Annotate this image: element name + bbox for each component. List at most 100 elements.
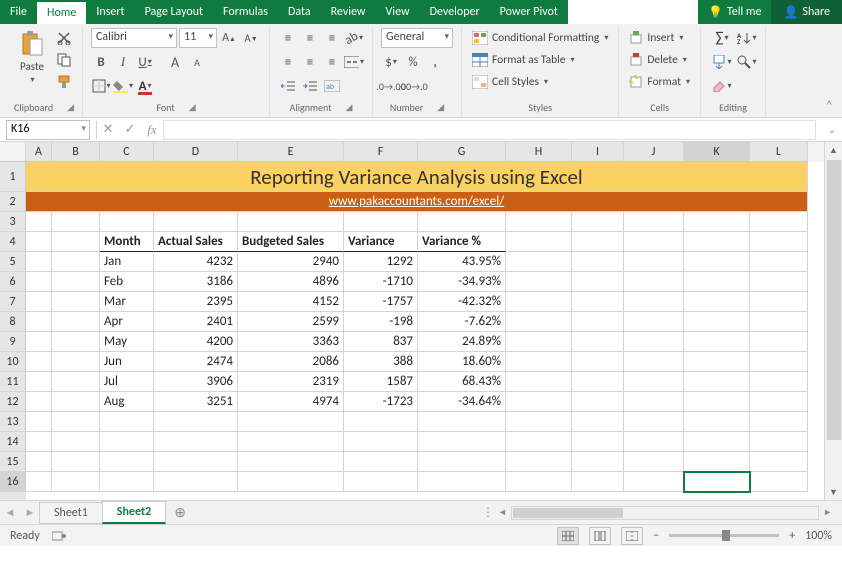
table-row[interactable]: Mar bbox=[100, 292, 154, 312]
table-header-actual[interactable]: Actual Sales bbox=[154, 232, 238, 252]
scroll-up-icon[interactable]: ▲ bbox=[829, 142, 838, 158]
tab-view[interactable]: View bbox=[376, 0, 420, 24]
row-header-10[interactable]: 10 bbox=[0, 352, 26, 372]
copy-button[interactable] bbox=[54, 50, 74, 70]
row-header-7[interactable]: 7 bbox=[0, 292, 26, 312]
merge-button[interactable]: ▾ bbox=[344, 52, 364, 72]
sheet-tab-1[interactable]: Sheet1 bbox=[39, 502, 103, 524]
tab-home[interactable]: Home bbox=[37, 0, 86, 24]
table-row[interactable]: Apr bbox=[100, 312, 154, 332]
wrap-text-button[interactable]: ab bbox=[322, 76, 342, 96]
number-dialog-launcher[interactable]: ◢ bbox=[437, 102, 444, 113]
tab-file[interactable]: File bbox=[0, 0, 37, 24]
table-row[interactable]: Feb bbox=[100, 272, 154, 292]
tab-page-layout[interactable]: Page Layout bbox=[135, 0, 213, 24]
table-row[interactable]: Jan bbox=[100, 252, 154, 272]
hscroll-right-button[interactable]: ► bbox=[823, 507, 832, 518]
table-header-variance[interactable]: Variance bbox=[344, 232, 418, 252]
font-dialog-launcher[interactable]: ◢ bbox=[189, 102, 196, 113]
next-sheet-button[interactable]: ► bbox=[20, 506, 40, 519]
new-sheet-button[interactable]: ⊕ bbox=[166, 504, 194, 521]
align-middle-button[interactable]: ≡ bbox=[300, 28, 320, 48]
accounting-format-button[interactable]: $▾ bbox=[381, 52, 401, 72]
table-header-budgeted[interactable]: Budgeted Sales bbox=[238, 232, 344, 252]
row-header-8[interactable]: 8 bbox=[0, 312, 26, 332]
expand-formula-bar-button[interactable]: ⌄ bbox=[822, 123, 842, 136]
tell-me[interactable]: 💡Tell me bbox=[698, 0, 771, 24]
align-center-button[interactable]: ≡ bbox=[300, 52, 320, 72]
row-header-4[interactable]: 4 bbox=[0, 232, 26, 252]
format-as-table-button[interactable]: Format as Table▾ bbox=[470, 50, 576, 70]
tab-review[interactable]: Review bbox=[321, 0, 376, 24]
number-format-combo[interactable]: General bbox=[381, 28, 453, 48]
grow-font-button[interactable]: A bbox=[165, 52, 185, 72]
zoom-slider[interactable] bbox=[669, 534, 779, 537]
formula-input[interactable] bbox=[163, 120, 816, 140]
table-row[interactable]: Aug bbox=[100, 392, 154, 412]
table-header-month[interactable]: Month bbox=[100, 232, 154, 252]
comma-button[interactable]: , bbox=[425, 52, 445, 72]
row-header-2[interactable]: 2 bbox=[0, 192, 26, 212]
alignment-dialog-launcher[interactable]: ◢ bbox=[345, 102, 352, 113]
clear-button[interactable]: ▾ bbox=[709, 76, 735, 96]
autosum-button[interactable]: ∑▾ bbox=[709, 28, 735, 48]
tab-power-pivot[interactable]: Power Pivot bbox=[490, 0, 568, 24]
cells-grid[interactable]: Reporting Variance Analysis using Excel … bbox=[26, 162, 824, 500]
row-header-15[interactable]: 15 bbox=[0, 452, 26, 472]
format-painter-button[interactable] bbox=[54, 72, 74, 92]
zoom-out-button[interactable]: − bbox=[653, 529, 659, 543]
fill-color-button[interactable]: ▾ bbox=[113, 76, 133, 96]
enter-formula-button[interactable]: ✓ bbox=[119, 122, 141, 137]
share-button[interactable]: 👤Share bbox=[771, 0, 842, 24]
align-top-button[interactable]: ≡ bbox=[278, 28, 298, 48]
col-header-D[interactable]: D bbox=[154, 142, 238, 162]
col-header-G[interactable]: G bbox=[418, 142, 506, 162]
font-size-combo[interactable]: 11 bbox=[179, 28, 217, 48]
tab-formulas[interactable]: Formulas bbox=[213, 0, 278, 24]
col-header-H[interactable]: H bbox=[506, 142, 572, 162]
shrink-font-button[interactable]: A bbox=[187, 52, 207, 72]
row-header-13[interactable]: 13 bbox=[0, 412, 26, 432]
collapse-ribbon-button[interactable]: ^ bbox=[827, 26, 836, 117]
col-header-B[interactable]: B bbox=[52, 142, 100, 162]
row-header-1[interactable]: 1 bbox=[0, 162, 26, 192]
insert-cells-button[interactable]: Insert▾ bbox=[627, 28, 685, 48]
delete-cells-button[interactable]: Delete▾ bbox=[627, 50, 689, 70]
row-header-14[interactable]: 14 bbox=[0, 432, 26, 452]
col-header-L[interactable]: L bbox=[750, 142, 808, 162]
underline-button[interactable]: U▾ bbox=[135, 52, 155, 72]
col-header-J[interactable]: J bbox=[624, 142, 684, 162]
italic-button[interactable]: I bbox=[113, 52, 133, 72]
tab-developer[interactable]: Developer bbox=[420, 0, 490, 24]
borders-button[interactable]: ▾ bbox=[91, 76, 111, 96]
col-header-F[interactable]: F bbox=[344, 142, 418, 162]
row-header-12[interactable]: 12 bbox=[0, 392, 26, 412]
row-header-9[interactable]: 9 bbox=[0, 332, 26, 352]
view-normal-button[interactable] bbox=[557, 527, 579, 545]
col-header-K[interactable]: K bbox=[684, 142, 750, 162]
row-header-6[interactable]: 6 bbox=[0, 272, 26, 292]
decrease-decimal-button[interactable]: .00→.0 bbox=[403, 76, 423, 96]
fill-button[interactable]: ▾ bbox=[709, 52, 735, 72]
decrease-indent-button[interactable] bbox=[278, 76, 298, 96]
view-page-break-button[interactable] bbox=[621, 527, 643, 545]
macro-record-icon[interactable] bbox=[52, 530, 66, 542]
table-header-variancepct[interactable]: Variance % bbox=[418, 232, 506, 252]
view-page-layout-button[interactable] bbox=[589, 527, 611, 545]
cancel-formula-button[interactable]: ✕ bbox=[97, 122, 119, 137]
title-cell[interactable]: Reporting Variance Analysis using Excel bbox=[26, 162, 808, 192]
col-header-C[interactable]: C bbox=[100, 142, 154, 162]
selected-cell[interactable] bbox=[684, 472, 750, 492]
bold-button[interactable]: B bbox=[91, 52, 111, 72]
decrease-font-button[interactable]: A▼ bbox=[241, 28, 261, 48]
sort-filter-button[interactable]: AZ▾ bbox=[737, 28, 757, 48]
col-header-A[interactable]: A bbox=[26, 142, 52, 162]
font-name-combo[interactable]: Calibri bbox=[91, 28, 177, 48]
link-cell[interactable]: www.pakaccountants.com/excel/ bbox=[26, 192, 808, 212]
find-select-button[interactable]: ▾ bbox=[737, 52, 757, 72]
tab-insert[interactable]: Insert bbox=[86, 0, 134, 24]
percent-button[interactable]: % bbox=[403, 52, 423, 72]
increase-font-button[interactable]: A▲ bbox=[219, 28, 239, 48]
orientation-button[interactable]: ab▾ bbox=[344, 28, 364, 48]
hscroll-left-button[interactable]: ◄ bbox=[498, 507, 507, 518]
